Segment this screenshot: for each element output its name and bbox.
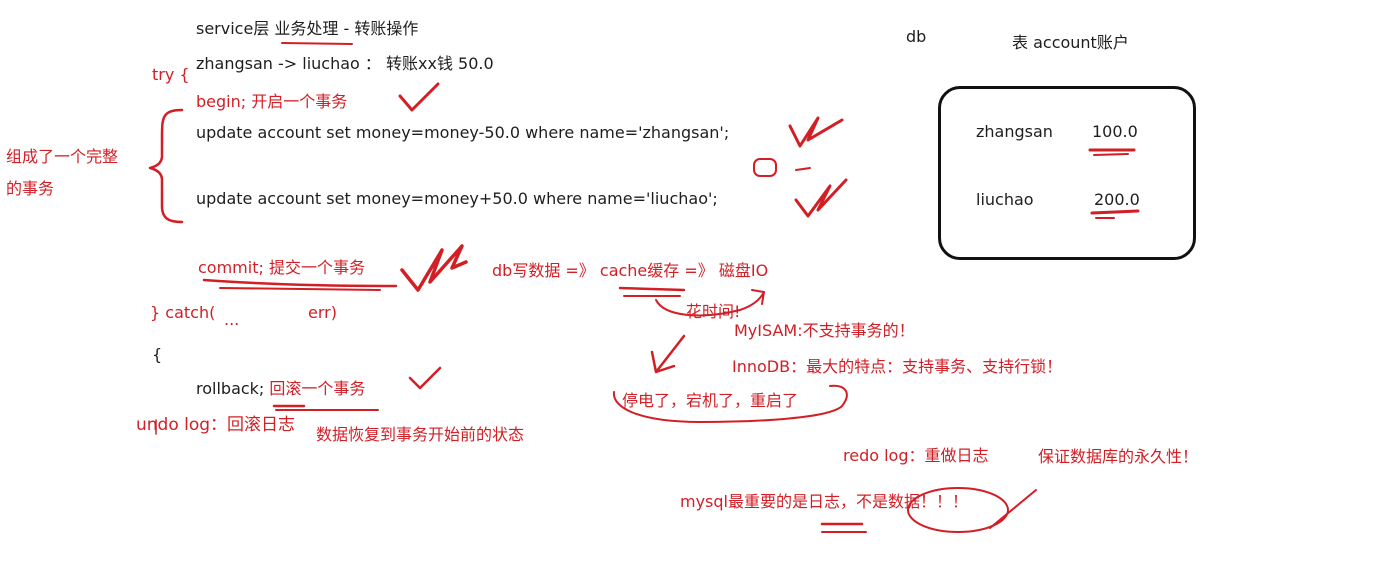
db-write-flow: db写数据 =》 cache缓存 =》 磁盘IO (492, 261, 769, 280)
account-table-title: 表 account账户 (1012, 33, 1129, 52)
row-name-liuchao: liuchao (976, 190, 1034, 209)
checkmark-begin (398, 82, 440, 112)
rollback-keyword: rollback; (196, 379, 270, 398)
begin-line: begin; 开启一个事务 (196, 92, 348, 111)
commit-underline-2 (219, 287, 381, 291)
power-outage-note: 停电了，宕机了，重启了 (622, 391, 799, 410)
account-table-box (938, 86, 1196, 260)
undo-log-label: undo log：回滚日志 (136, 415, 296, 435)
transfer-description: zhangsan -> liuchao ： 转账xx钱 50.0 (196, 54, 494, 73)
small-box-scribble (753, 158, 777, 177)
checkmark-commit (400, 244, 468, 292)
title-underline (281, 42, 353, 45)
redo-log-label: redo log：重做日志 (843, 446, 989, 465)
transaction-brace (148, 108, 184, 224)
checkmark-update2 (794, 178, 848, 218)
code-title: service层 业务处理 - 转账操作 (196, 19, 419, 38)
undo-log-description: 数据恢复到事务开始前的状态 (316, 425, 525, 444)
ink-annotations (148, 42, 1140, 533)
takes-time-note: 花时间! (686, 302, 741, 321)
complete-transaction-note-line1: 组成了一个完整 (6, 147, 119, 166)
small-dash (795, 167, 811, 171)
try-open: try { (152, 65, 190, 84)
commit-underline (202, 278, 398, 288)
cache-underline (618, 286, 686, 292)
catch-dots: ... (224, 310, 240, 329)
row-name-zhangsan: zhangsan (976, 122, 1053, 141)
commit-line: commit; 提交一个事务 (198, 258, 365, 277)
rollback-line: rollback; 回滚一个事务 (196, 379, 365, 399)
rollback-note: 回滚一个事务 (269, 379, 366, 398)
complete-transaction-note-line2: 的事务 (6, 179, 55, 198)
update-zhangsan-sql: update account set money=money-50.0 wher… (196, 123, 730, 142)
db-label: db (906, 27, 927, 46)
durability-note: 保证数据库的永久性！ (1038, 447, 1199, 466)
down-arrow (650, 334, 686, 374)
catch-err: err) (308, 303, 337, 322)
row-money-liuchao: 200.0 (1094, 190, 1140, 209)
update-liuchao-sql: update account set money=money+50.0 wher… (196, 189, 718, 208)
checkmark-update1 (788, 116, 844, 148)
innodb-note: InnoDB：最大的特点：支持事务、支持行锁！ (732, 357, 1063, 376)
log-importance-note: mysql最重要的是日志，不是数据！！！ (680, 492, 968, 511)
row-money-zhangsan: 100.0 (1092, 122, 1138, 141)
catch-line: } catch( (150, 303, 216, 322)
catch-brace: { (152, 345, 163, 364)
myisam-note: MyISAM:不支持事务的！ (734, 321, 915, 340)
checkmark-rollback (408, 366, 442, 390)
data-circle-tail (989, 489, 1037, 529)
